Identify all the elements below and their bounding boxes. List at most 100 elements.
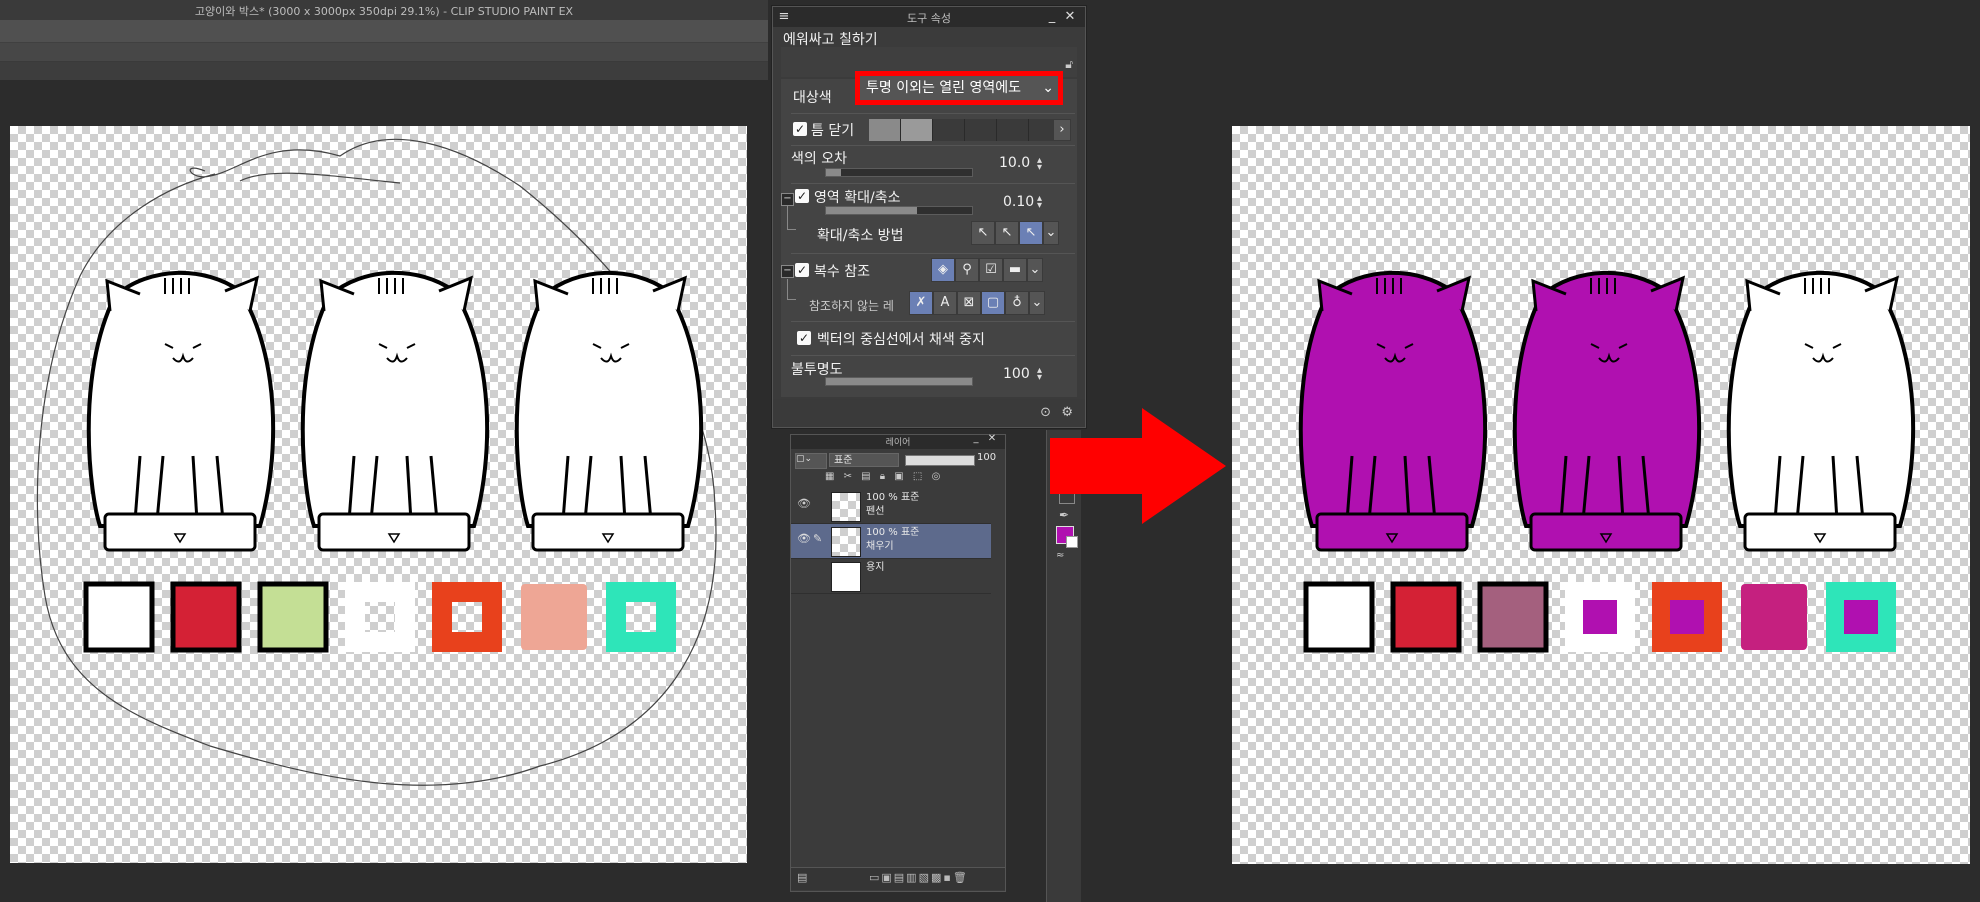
- cat-1: [1298, 270, 1488, 552]
- chevron-right-icon[interactable]: ›: [1053, 119, 1071, 141]
- close-gap-checkbox[interactable]: ✓: [793, 122, 807, 136]
- menu-icon[interactable]: ≡: [777, 9, 791, 24]
- cat-1: [86, 270, 276, 552]
- color-swatch: [170, 581, 242, 653]
- color-swatch: [345, 582, 415, 652]
- color-swatch: [1565, 582, 1635, 652]
- gap-size-option[interactable]: [933, 119, 965, 141]
- arrow-right-icon: [1050, 408, 1226, 524]
- toolbar-row: [0, 20, 768, 43]
- toolbar-row: [0, 62, 768, 80]
- canvas-after: [1232, 126, 1970, 864]
- color-swatch: [1390, 581, 1462, 653]
- minimize-icon[interactable]: _: [969, 433, 983, 444]
- close-icon[interactable]: ✕: [1063, 9, 1077, 24]
- cat-2: [300, 270, 490, 552]
- color-margin-slider[interactable]: [825, 168, 973, 177]
- color-swatch: [257, 581, 329, 653]
- color-swatch: [1303, 581, 1375, 653]
- layer-thumbnail: [831, 562, 861, 592]
- vector-stop-label: 벡터의 중심선에서 채색 중지: [817, 332, 985, 348]
- app-titlebar: 고양이와 박스* (3000 x 3000px 350dpi 29.1%) - …: [0, 0, 768, 20]
- gap-size-option[interactable]: [901, 119, 933, 141]
- pen-icon: ✎: [813, 532, 823, 545]
- panel-header: 레이어 _ ✕: [791, 433, 1005, 449]
- minimize-icon[interactable]: _: [1045, 9, 1059, 24]
- eye-icon[interactable]: 👁︎: [797, 497, 811, 510]
- toolbar-row: [0, 43, 768, 62]
- folder-icon[interactable]: ▬: [1003, 258, 1027, 282]
- scaling-method-rect-icon[interactable]: ↖: [995, 221, 1019, 245]
- area-scaling-checkbox[interactable]: ✓: [795, 189, 809, 203]
- canvas-artwork-after: [1298, 270, 1916, 653]
- all-layers-icon[interactable]: ◈: [931, 258, 955, 282]
- wave-icon[interactable]: ≈: [1056, 550, 1064, 561]
- eye-icon[interactable]: 👁︎: [797, 532, 811, 545]
- color-swatch: [1741, 584, 1807, 650]
- refer-multiple-checkbox[interactable]: ✓: [795, 263, 809, 277]
- layer-row-selected[interactable]: 👁︎ ✎ 100 % 표준채우기: [791, 524, 991, 559]
- sub-color-chip[interactable]: [1066, 536, 1078, 548]
- blend-mode-select[interactable]: 표준: [829, 453, 899, 467]
- canvas-artwork-before: [36, 138, 717, 786]
- panel-header: 도구 속성 ≡ _ ✕: [773, 7, 1085, 27]
- layer-name: 용지: [866, 562, 885, 573]
- area-scaling-slider[interactable]: [825, 206, 973, 215]
- vector-stop-checkbox[interactable]: ✓: [797, 331, 811, 345]
- exclude-paper-icon[interactable]: ♁: [1005, 291, 1029, 315]
- close-icon[interactable]: ✕: [985, 433, 999, 444]
- panel-title: 도구 속성: [907, 12, 951, 25]
- highlight-box: [855, 71, 1063, 105]
- layer-row[interactable]: 용지: [791, 559, 991, 594]
- layer-action-icons[interactable]: ▭▣▤▥▧▩▪🗑︎: [869, 871, 969, 884]
- reference-layer-icon[interactable]: ⚲: [955, 258, 979, 282]
- canvas-before[interactable]: [10, 126, 747, 863]
- color-swatch: [521, 584, 587, 650]
- exclude-frame-icon[interactable]: ▢: [981, 291, 1005, 315]
- color-margin-label: 색의 오차: [791, 151, 847, 167]
- layer-opacity-slider[interactable]: [905, 455, 975, 466]
- layer-info: 100 % 표준: [866, 527, 920, 538]
- opacity-slider[interactable]: [825, 377, 973, 386]
- exclude-border-icon[interactable]: ⊠: [957, 291, 981, 315]
- refer-multiple-label: 복수 참조: [814, 264, 870, 280]
- window-title: 고양이와 박스* (3000 x 3000px 350dpi 29.1%) - …: [194, 5, 574, 18]
- cat-2: [1512, 270, 1702, 552]
- color-swatch: [1826, 582, 1896, 652]
- gap-size-option[interactable]: [869, 119, 901, 141]
- color-margin-value[interactable]: 10.0: [999, 155, 1030, 171]
- layer-toolbar: ▢⌄ 표준 100 ▦ ✂ ▤ 🔒︎ ▣ ⬚ ◎: [795, 451, 1001, 487]
- gap-size-option[interactable]: [965, 119, 997, 141]
- scaling-method-round-icon[interactable]: ↖: [1019, 221, 1043, 245]
- layer-name: 채우기: [866, 541, 894, 552]
- layer-tool-icons[interactable]: ▦ ✂ ▤ 🔒︎ ▣ ⬚ ◎: [825, 471, 995, 485]
- layer-properties-icon[interactable]: ▤: [797, 871, 807, 884]
- spinner-icon[interactable]: ▴ ▾: [1037, 366, 1042, 383]
- spinner-icon[interactable]: ▴ ▾: [1037, 156, 1042, 173]
- exclude-text-icon[interactable]: A: [933, 291, 957, 315]
- exclude-draft-icon[interactable]: ✗: [909, 291, 933, 315]
- lock-icon[interactable]: 🔓︎: [1065, 57, 1073, 72]
- color-swatch: [1477, 581, 1549, 653]
- chevron-down-icon[interactable]: ⌄: [1029, 291, 1045, 315]
- selected-layers-icon[interactable]: ☑: [979, 258, 1003, 282]
- chevron-down-icon[interactable]: ⌄: [1043, 221, 1059, 245]
- cat-3: [1726, 270, 1916, 552]
- blend-mode-value: 표준: [834, 455, 853, 466]
- layer-thumbnail: [831, 527, 861, 557]
- scaling-method-pointed-icon[interactable]: ↖: [971, 221, 995, 245]
- spinner-icon[interactable]: ▴ ▾: [1037, 194, 1042, 211]
- layer-opacity-value[interactable]: 100: [977, 452, 996, 463]
- layer-name: 펜선: [866, 506, 885, 517]
- collapse-icon[interactable]: −: [781, 265, 794, 278]
- cat-3: [514, 270, 704, 552]
- scaling-method-label: 확대/축소 방법: [817, 228, 904, 244]
- chevron-down-icon[interactable]: ⌄: [1027, 258, 1043, 282]
- area-scaling-label: 영역 확대/축소: [814, 190, 901, 206]
- layer-row[interactable]: 👁︎ 100 % 표준 펜선: [791, 489, 991, 524]
- area-scaling-value[interactable]: 0.10: [1003, 194, 1034, 210]
- layer-color-select[interactable]: ▢⌄: [795, 453, 827, 469]
- color-swatch: [606, 582, 676, 652]
- opacity-value[interactable]: 100: [1003, 366, 1030, 382]
- gap-size-option[interactable]: [997, 119, 1029, 141]
